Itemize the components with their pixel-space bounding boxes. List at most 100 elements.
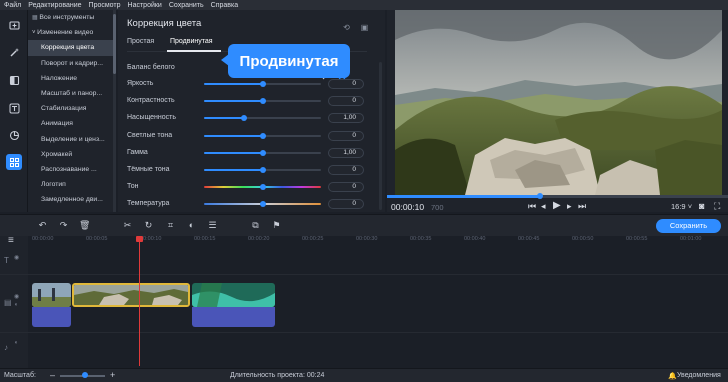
timeline-ruler[interactable]: 00:00:00 00:00:05 00:00:10 00:00:15 00:00:20…: [28, 236, 728, 248]
cut-icon[interactable]: ✂: [122, 220, 133, 231]
contrast-slider-knob[interactable]: [259, 98, 266, 105]
save-button[interactable]: Сохранить: [656, 219, 721, 233]
saturation-slider-knob[interactable]: [240, 115, 247, 122]
transitions-icon[interactable]: ⧉: [250, 220, 261, 231]
tool-item-rotate-crop[interactable]: Поворот и кадрир...: [28, 56, 116, 71]
menu-edit[interactable]: Редактирование: [28, 2, 81, 9]
saturation-value-field[interactable]: 1,00: [328, 113, 364, 124]
tool-item-recognition[interactable]: Распознавание ...: [28, 162, 116, 177]
highlights-slider-knob[interactable]: [259, 132, 266, 139]
delete-icon[interactable]: 🗑: [79, 220, 90, 231]
shadows-slider-knob[interactable]: [259, 167, 266, 173]
tool-item-pan-zoom[interactable]: Масштаб и панор...: [28, 86, 116, 101]
video-group-header[interactable]: ˅ Изменение видео: [28, 25, 116, 40]
brightness-slider[interactable]: [204, 81, 321, 87]
tools-list-panel: ▦ Все инструменты ˅ Изменение видео Корр…: [28, 10, 116, 212]
menu-help[interactable]: Справка: [211, 2, 238, 9]
tools-scrollbar[interactable]: [113, 10, 116, 212]
skip-start-icon[interactable]: ⏮: [528, 201, 536, 211]
shadows-value-field[interactable]: 0: [328, 165, 364, 175]
highlights-slider[interactable]: [204, 132, 321, 139]
all-tools-item[interactable]: ▦ Все инструменты: [28, 10, 116, 25]
hue-slider-knob[interactable]: [259, 184, 266, 191]
tool-item-color-correction[interactable]: Коррекция цвета: [28, 40, 116, 56]
magic-wand-icon[interactable]: [6, 44, 22, 60]
stickers-icon[interactable]: [6, 127, 22, 143]
menu-view[interactable]: Просмотр: [89, 2, 121, 9]
zoom-slider-knob[interactable]: [82, 372, 88, 378]
audio-waveform-1[interactable]: [32, 307, 71, 327]
video-clip-3[interactable]: [192, 283, 275, 307]
clip-properties-icon[interactable]: ☰: [207, 220, 218, 231]
tab-advanced[interactable]: Продвинутая: [170, 38, 213, 45]
zoom-in-icon[interactable]: +: [110, 370, 115, 380]
undo-icon[interactable]: ↶: [37, 220, 48, 231]
titles-icon[interactable]: [6, 100, 22, 116]
color-icon[interactable]: ◐: [186, 220, 197, 231]
notifications-icon[interactable]: 🔔: [668, 372, 677, 380]
tool-item-stabilization[interactable]: Стабилизация: [28, 101, 116, 116]
rotate-icon[interactable]: ↻: [143, 220, 154, 231]
fullscreen-icon[interactable]: ⛶: [714, 201, 720, 211]
text-track-visibility-icon[interactable]: ◉: [14, 254, 19, 261]
tool-item-highlight-censor[interactable]: Выделение и ценз...: [28, 132, 116, 147]
temperature-value-field[interactable]: 0: [328, 199, 364, 210]
crop-icon[interactable]: ⌗: [165, 220, 176, 231]
import-icon[interactable]: [6, 17, 22, 33]
temperature-slider[interactable]: [204, 201, 321, 208]
gamma-value-field[interactable]: 1,00: [328, 147, 364, 158]
brightness-slider-knob[interactable]: [259, 81, 266, 87]
hue-slider[interactable]: [204, 184, 321, 191]
tool-item-chroma-key[interactable]: Хромакей: [28, 147, 116, 162]
prev-frame-icon[interactable]: ◂: [541, 201, 546, 211]
aspect-ratio-select[interactable]: 16:9 ˅: [671, 202, 692, 211]
video-clip-1[interactable]: [32, 283, 71, 307]
snapshot-icon[interactable]: ◙: [699, 201, 704, 211]
music-track: [28, 333, 728, 368]
music-track-mute-icon[interactable]: ◖: [14, 340, 18, 346]
shadows-slider[interactable]: [204, 167, 321, 173]
gamma-slider-knob[interactable]: [259, 149, 266, 156]
more-tools-icon[interactable]: [6, 154, 22, 170]
redo-icon[interactable]: ↷: [58, 220, 69, 231]
brightness-value-field[interactable]: 0: [328, 79, 364, 89]
tool-item-logo[interactable]: Логотип: [28, 177, 116, 192]
playhead-handle[interactable]: [136, 236, 143, 242]
video-track-mute-icon[interactable]: ◖: [14, 302, 18, 308]
brightness-row: Яркость 0: [127, 78, 367, 90]
menu-settings[interactable]: Настройки: [128, 2, 162, 9]
add-track-icon[interactable]: ≡: [8, 235, 14, 246]
contrast-value-field[interactable]: 0: [328, 96, 364, 107]
menu-export[interactable]: Сохранить: [169, 2, 204, 9]
notifications-label[interactable]: Уведомления: [677, 372, 721, 379]
saturation-slider[interactable]: [204, 115, 321, 122]
panel-scrollbar[interactable]: [379, 62, 382, 210]
gamma-slider[interactable]: [204, 149, 321, 156]
save-preset-icon[interactable]: ▣: [360, 23, 369, 32]
video-track-visibility-icon[interactable]: ◉: [14, 293, 19, 300]
menu-file[interactable]: Файл: [4, 2, 21, 9]
status-bar: Масштаб: – + Длительность проекта: 00:24…: [0, 368, 728, 382]
marker-icon[interactable]: ⚑: [271, 220, 282, 231]
play-icon[interactable]: ▶: [553, 201, 561, 211]
playhead[interactable]: [139, 240, 140, 366]
hue-value-field[interactable]: 0: [328, 182, 364, 193]
white-balance-label: Баланс белого: [127, 64, 175, 71]
skip-end-icon[interactable]: ⏭: [578, 201, 586, 211]
playback-progress[interactable]: [387, 193, 728, 199]
tool-item-animation[interactable]: Анимация: [28, 116, 116, 131]
tab-simple[interactable]: Простая: [127, 38, 154, 45]
audio-waveform-3[interactable]: [192, 307, 275, 327]
reset-icon[interactable]: ⟲: [342, 23, 351, 32]
video-clip-2-selected[interactable]: [72, 283, 190, 307]
shadows-label: Тёмные тона: [127, 166, 170, 173]
contrast-slider[interactable]: [204, 98, 321, 105]
temperature-slider-knob[interactable]: [259, 201, 266, 208]
next-frame-icon[interactable]: ▸: [567, 201, 572, 211]
active-tab-indicator: [167, 50, 221, 52]
tool-item-overlay[interactable]: Наложение: [28, 71, 116, 86]
tool-item-slow-motion[interactable]: Замедленное дви...: [28, 192, 116, 207]
zoom-out-icon[interactable]: –: [50, 370, 55, 380]
highlights-value-field[interactable]: 0: [328, 130, 364, 141]
filters-icon[interactable]: [6, 72, 22, 88]
